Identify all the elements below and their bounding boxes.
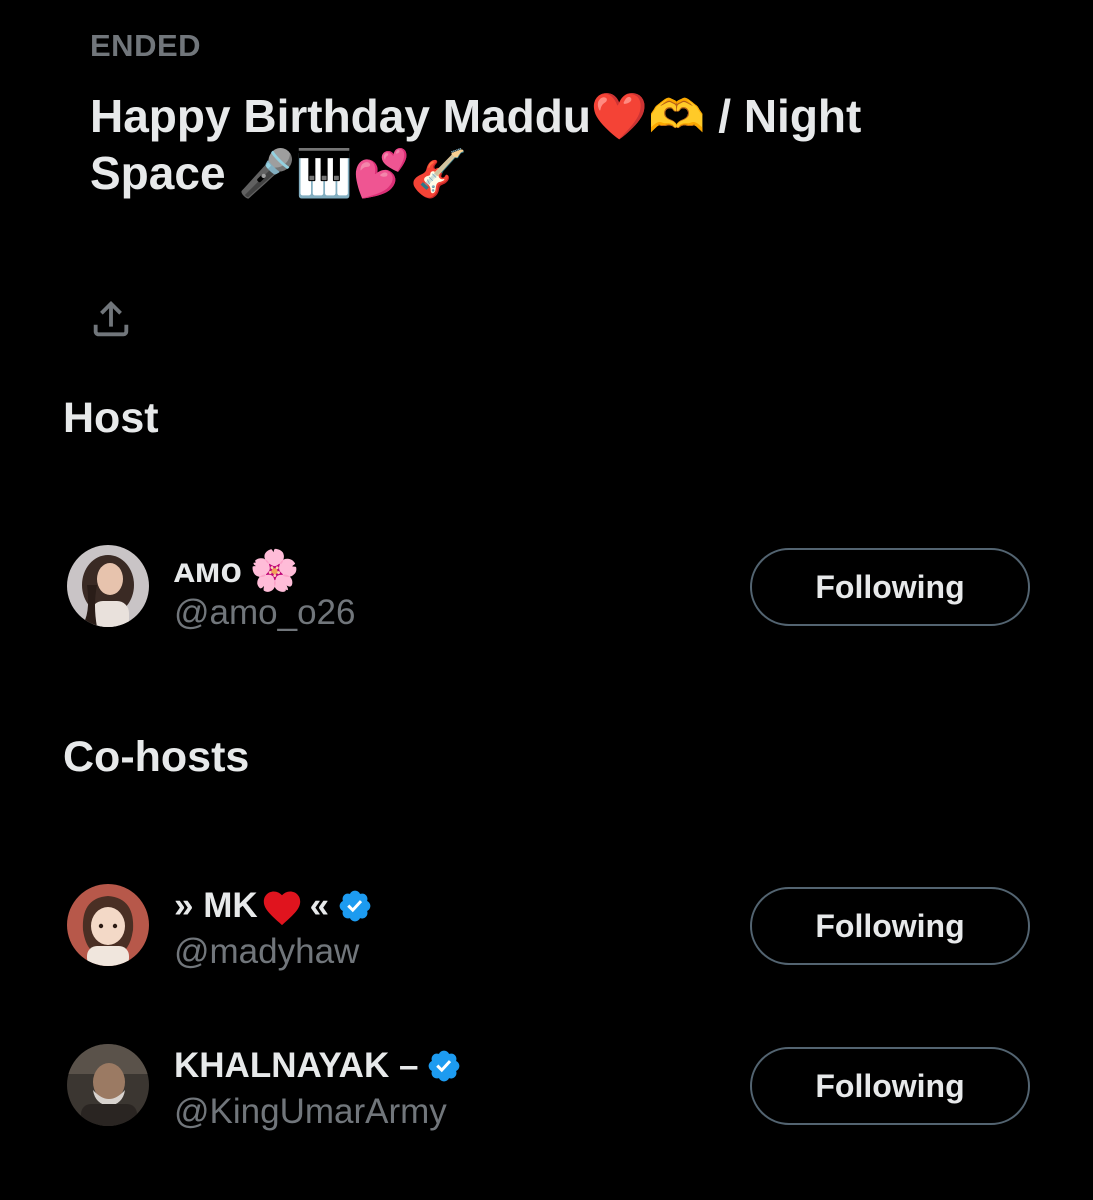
- space-title: Happy Birthday Maddu❤️🫶 / Night Space 🎤🎹…: [90, 90, 862, 199]
- cohost-name-text: KHALNAYAK –: [174, 1046, 419, 1085]
- following-button-host[interactable]: Following: [750, 548, 1030, 626]
- flower-icon: 🌸: [249, 548, 300, 594]
- space-status: ENDED: [90, 28, 202, 63]
- cohost-handle[interactable]: @KingUmarArmy: [174, 1092, 447, 1132]
- avatar[interactable]: [67, 1044, 149, 1126]
- heart-icon: [263, 891, 300, 926]
- verified-badge-icon: [429, 1050, 460, 1082]
- cohost-handle[interactable]: @madyhaw: [174, 932, 359, 972]
- host-display-name: ᴀᴍᴏ 🌸: [174, 547, 300, 594]
- host-heading: Host: [63, 394, 159, 442]
- avatar[interactable]: [67, 884, 149, 966]
- share-icon: [93, 300, 129, 337]
- cohost-name-prefix: » MK: [174, 886, 258, 925]
- cohost-name-suffix: «: [309, 886, 330, 925]
- following-button-cohost[interactable]: Following: [750, 1047, 1030, 1125]
- cohost-display-name: KHALNAYAK –: [174, 1046, 462, 1086]
- share-button[interactable]: [88, 296, 134, 342]
- host-name-text: ᴀᴍᴏ: [174, 550, 242, 590]
- host-user-row: ᴀᴍᴏ 🌸 @amo_o26 Following: [0, 545, 1093, 635]
- cohost-display-name: » MK «: [174, 886, 373, 926]
- host-handle[interactable]: @amo_o26: [174, 593, 355, 633]
- cohost-user-row: KHALNAYAK – @KingUmarArmy Following: [0, 1044, 1093, 1134]
- cohosts-heading: Co-hosts: [63, 733, 250, 781]
- verified-badge-icon: [339, 890, 371, 922]
- avatar[interactable]: [67, 545, 149, 627]
- cohost-user-row: » MK « @madyhaw Following: [0, 884, 1093, 974]
- following-button-cohost[interactable]: Following: [750, 887, 1030, 965]
